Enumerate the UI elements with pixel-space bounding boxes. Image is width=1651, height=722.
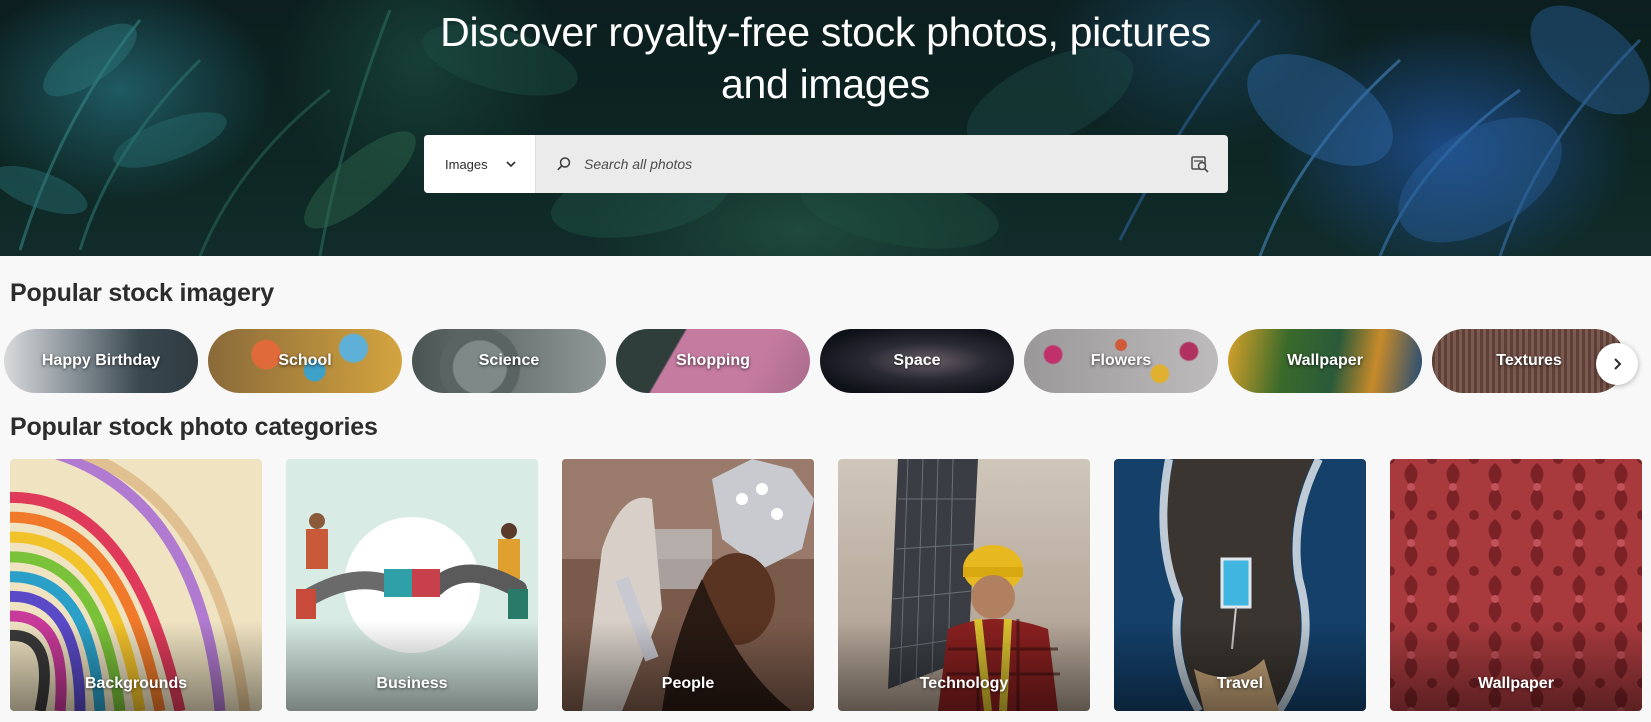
category-card-backgrounds[interactable]: Backgrounds: [10, 459, 262, 711]
hero-banner: Discover royalty-free stock photos, pict…: [0, 0, 1651, 256]
category-card-business[interactable]: Business: [286, 459, 538, 711]
search-icon: [557, 157, 571, 171]
page-title-line-2: and images: [721, 61, 930, 107]
imagery-pill-wallpaper[interactable]: Wallpaper: [1228, 329, 1422, 393]
search-bar: Images: [424, 135, 1228, 193]
category-card-wallpaper[interactable]: Wallpaper: [1390, 459, 1642, 711]
category-card-label: People: [661, 675, 715, 692]
carousel-next-button[interactable]: [1596, 343, 1638, 385]
page-title-line-1: Discover royalty-free stock photos, pict…: [440, 9, 1211, 55]
category-card-label: Business: [376, 675, 448, 692]
imagery-pill-label: Shopping: [676, 352, 750, 369]
popular-categories-heading: Popular stock photo categories: [10, 413, 378, 441]
imagery-pill-school[interactable]: School: [208, 329, 402, 393]
search-input[interactable]: [572, 135, 1190, 193]
imagery-pill-shopping[interactable]: Shopping: [616, 329, 810, 393]
chevron-right-icon: [1614, 358, 1622, 370]
asset-type-value: Images: [445, 156, 488, 172]
asset-type-dropdown[interactable]: Images: [424, 135, 536, 193]
imagery-pill-label: Textures: [1496, 352, 1562, 369]
imagery-pill-happy-birthday[interactable]: Happy Birthday: [4, 329, 198, 393]
imagery-pill-label: Wallpaper: [1287, 352, 1363, 369]
imagery-pill-science[interactable]: Science: [412, 329, 606, 393]
category-card-people[interactable]: People: [562, 459, 814, 711]
imagery-pill-space[interactable]: Space: [820, 329, 1014, 393]
category-card-label: Wallpaper: [1478, 675, 1554, 692]
page-title: Discover royalty-free stock photos, pict…: [0, 6, 1651, 110]
category-card-label: Technology: [919, 675, 1009, 692]
category-card-label: Backgrounds: [84, 675, 188, 692]
imagery-pill-label: Flowers: [1090, 352, 1152, 369]
imagery-pill-label: Science: [478, 352, 540, 369]
popular-imagery-heading: Popular stock imagery: [10, 279, 274, 307]
visual-search-icon[interactable]: [1190, 154, 1210, 174]
category-grid: Backgrounds Business People Technology T…: [10, 459, 1651, 711]
category-card-label: Travel: [1216, 675, 1264, 692]
imagery-pill-flowers[interactable]: Flowers: [1024, 329, 1218, 393]
popular-imagery-carousel: Happy Birthday School Science Shopping S…: [4, 329, 1651, 395]
imagery-pill-label: Space: [893, 352, 941, 369]
category-card-travel[interactable]: Travel: [1114, 459, 1366, 711]
category-card-technology[interactable]: Technology: [838, 459, 1090, 711]
chevron-down-icon: [506, 161, 516, 168]
imagery-pill-label: School: [278, 352, 332, 369]
imagery-pill-label: Happy Birthday: [41, 352, 161, 369]
